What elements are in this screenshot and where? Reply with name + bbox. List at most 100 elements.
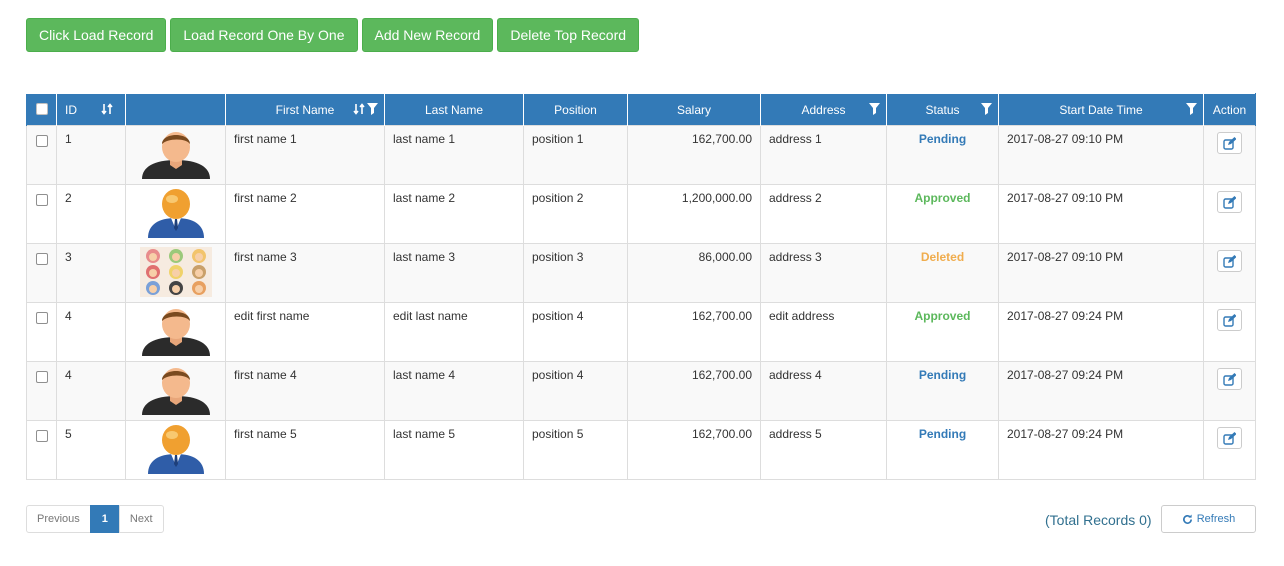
delete-top-record-button[interactable]: Delete Top Record (497, 18, 640, 52)
column-header-salary[interactable]: Salary (627, 93, 761, 126)
row-checkbox[interactable] (35, 253, 48, 265)
column-header-id[interactable]: ID (56, 93, 126, 126)
status-cell: Approved (886, 184, 999, 244)
column-header-label: Status (925, 102, 960, 117)
edit-button[interactable] (1217, 309, 1242, 331)
status-label: Pending (918, 368, 967, 382)
edit-button[interactable] (1217, 368, 1242, 390)
status-label: Pending (918, 427, 967, 441)
last-name-cell: last name 1 (384, 125, 524, 185)
edit-icon (1223, 372, 1236, 386)
status-cell: Pending (886, 420, 999, 480)
load-record-one-by-one-button[interactable]: Load Record One By One (170, 18, 358, 52)
table-row: 4 edit first name edit last name position 4… (26, 302, 1256, 362)
group-faces-avatar (139, 247, 212, 300)
filter-icon[interactable] (981, 103, 992, 115)
address-cell: address 1 (760, 125, 887, 185)
add-new-record-button[interactable]: Add New Record (361, 18, 494, 52)
row-checkbox[interactable] (35, 371, 48, 383)
next-page-button[interactable]: Next (118, 505, 164, 533)
select-all-checkbox[interactable] (35, 103, 48, 115)
column-header-first-name[interactable]: First Name (225, 93, 385, 126)
start-date-time-cell: 2017-08-27 09:10 PM (998, 184, 1204, 244)
man-avatar (140, 368, 212, 418)
column-header-position[interactable]: Position (523, 93, 628, 126)
edit-button[interactable] (1217, 191, 1242, 213)
photo-cell (125, 125, 226, 185)
edit-button[interactable] (1217, 250, 1242, 272)
sort-icon[interactable] (353, 103, 365, 115)
row-select-cell (26, 184, 57, 244)
status-label: Deleted (920, 250, 965, 264)
id-cell: 1 (56, 125, 126, 185)
table-row: 5 first name 5 last name 5 position 5 162,70… (26, 420, 1256, 480)
column-header-status[interactable]: Status (886, 93, 999, 126)
id-cell: 3 (56, 243, 126, 303)
businessman-avatar (140, 425, 212, 477)
filter-icon[interactable] (869, 103, 880, 115)
edit-icon (1223, 431, 1236, 445)
id-cell: 4 (56, 302, 126, 362)
column-header-label: Position (554, 102, 597, 117)
start-date-time-cell: 2017-08-27 09:10 PM (998, 125, 1204, 185)
edit-icon (1223, 195, 1236, 209)
id-cell: 4 (56, 361, 126, 421)
column-header-address[interactable]: Address (760, 93, 887, 126)
first-name-cell: first name 2 (225, 184, 385, 244)
first-name-cell: edit first name (225, 302, 385, 362)
address-cell: address 3 (760, 243, 887, 303)
pagination: Previous 1 Next (26, 505, 164, 533)
filter-icon[interactable] (367, 103, 378, 115)
column-header-label: First Name (275, 102, 335, 117)
salary-cell: 162,700.00 (627, 361, 761, 421)
click-load-record-button[interactable]: Click Load Record (26, 18, 167, 52)
refresh-button[interactable]: Refresh (1161, 505, 1256, 533)
previous-page-button[interactable]: Previous (26, 505, 91, 533)
edit-icon (1223, 313, 1236, 327)
row-checkbox[interactable] (35, 430, 48, 442)
refresh-label: Refresh (1196, 513, 1236, 525)
action-cell (1203, 302, 1256, 362)
address-cell: address 4 (760, 361, 887, 421)
column-header-label: Last Name (424, 102, 484, 117)
start-date-time-cell: 2017-08-27 09:10 PM (998, 243, 1204, 303)
row-checkbox[interactable] (35, 135, 48, 147)
column-header-start-date-time[interactable]: Start Date Time (998, 93, 1204, 126)
column-header-label: Start Date Time (1059, 102, 1143, 117)
start-date-time-cell: 2017-08-27 09:24 PM (998, 302, 1204, 362)
row-checkbox[interactable] (35, 194, 48, 206)
action-cell (1203, 361, 1256, 421)
column-header-label: Salary (676, 102, 711, 117)
id-cell: 2 (56, 184, 126, 244)
photo-cell (125, 420, 226, 480)
table-row: 2 first name 2 last name 2 position 2 1,200,… (26, 184, 1256, 244)
row-checkbox[interactable] (35, 312, 48, 324)
row-select-cell (26, 361, 57, 421)
row-select-cell (26, 243, 57, 303)
photo-cell (125, 243, 226, 303)
edit-button[interactable] (1217, 427, 1242, 449)
sort-icon[interactable] (101, 103, 113, 115)
row-select-cell (26, 125, 57, 185)
header-row: ID First Name Last Name Position Salary … (26, 93, 1256, 126)
total-records-label: (Total Records 0) (1045, 512, 1152, 528)
toolbar: Click Load Record Load Record One By One… (26, 18, 640, 52)
action-cell (1203, 184, 1256, 244)
salary-cell: 162,700.00 (627, 420, 761, 480)
last-name-cell: last name 3 (384, 243, 524, 303)
filter-icon[interactable] (1186, 103, 1197, 115)
address-cell: edit address (760, 302, 887, 362)
edit-button[interactable] (1217, 132, 1242, 154)
edit-icon (1223, 136, 1236, 150)
page-1-button[interactable]: 1 (89, 505, 120, 533)
table-row: 3 first name 3 last name 3 position 3 86,000… (26, 243, 1256, 303)
man-avatar (140, 132, 212, 182)
position-cell: position 5 (523, 420, 628, 480)
man-avatar (140, 309, 212, 359)
refresh-icon (1182, 513, 1192, 524)
start-date-time-cell: 2017-08-27 09:24 PM (998, 420, 1204, 480)
column-header-last-name[interactable]: Last Name (384, 93, 524, 126)
first-name-cell: first name 5 (225, 420, 385, 480)
last-name-cell: last name 5 (384, 420, 524, 480)
first-name-cell: first name 3 (225, 243, 385, 303)
